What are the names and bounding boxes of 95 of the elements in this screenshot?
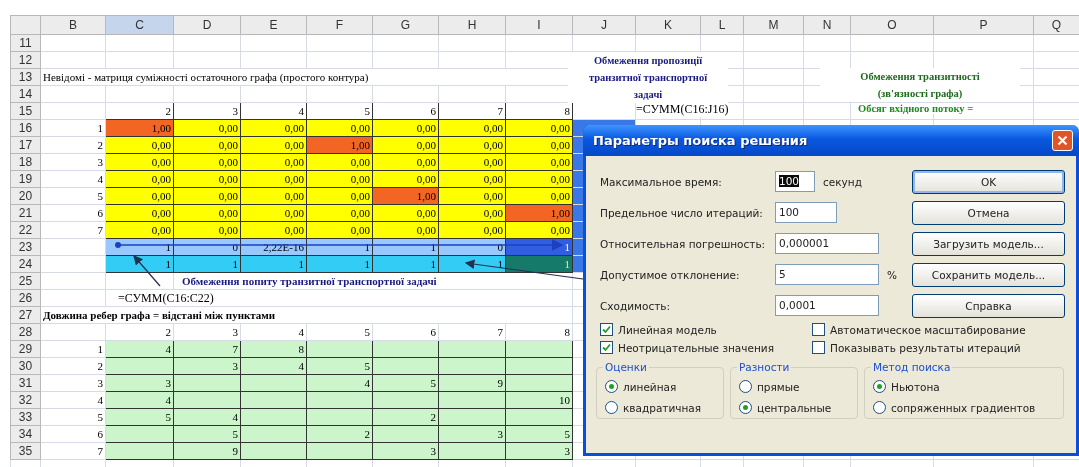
column-number: 7: [438, 323, 506, 341]
column-number: 6: [372, 323, 439, 341]
inflow-label: Обсяг вхідного потоку =: [858, 103, 974, 114]
row-label: 1: [97, 121, 103, 134]
row-label: 4: [97, 393, 103, 406]
dialog-button[interactable]: Загрузить модель...: [912, 231, 1065, 256]
row-label: 2: [97, 138, 103, 151]
group-title: Оценки: [603, 361, 649, 373]
transit-note: Обмеження транзитності (зв'язності графа): [820, 68, 1020, 102]
close-button[interactable]: [1052, 130, 1073, 151]
dialog-button[interactable]: OK: [912, 169, 1065, 194]
column-header[interactable]: N: [803, 15, 851, 35]
radio-button[interactable]: [739, 380, 752, 393]
column-header[interactable]: P: [933, 15, 1034, 35]
checkbox-box[interactable]: [600, 341, 613, 354]
dialog-button[interactable]: Отмена: [912, 200, 1065, 225]
column-number: 4: [240, 323, 307, 341]
column-header[interactable]: M: [743, 15, 804, 35]
row-label: 2: [97, 359, 103, 372]
input-field[interactable]: 100: [775, 171, 815, 192]
column-header[interactable]: G: [372, 15, 439, 35]
checkbox-box[interactable]: [812, 323, 825, 336]
radio-label[interactable]: линейная: [623, 380, 677, 393]
column-number: 2: [105, 323, 174, 341]
row-label: 7: [97, 223, 103, 236]
radio-button[interactable]: [605, 401, 618, 414]
checkbox-label: Линейная модель: [618, 323, 717, 336]
group-title: Разности: [737, 361, 792, 373]
input-field[interactable]: 100: [775, 202, 837, 223]
column-number: 3: [173, 323, 241, 341]
unit-label: %: [887, 268, 897, 281]
field-label: Относительная погрешность:: [600, 237, 767, 250]
column-number: 8: [505, 323, 573, 341]
column-header[interactable]: H: [438, 15, 506, 35]
row-label: 3: [97, 155, 103, 168]
formula-text: =СУММ(C16:J16): [636, 102, 729, 117]
column-header[interactable]: I: [505, 15, 573, 35]
row-label: 3: [97, 376, 103, 389]
section-title: Довжина ребер графа = відстані між пунктами: [43, 308, 276, 321]
column-number: 3: [173, 102, 241, 120]
row-label: 6: [97, 427, 103, 440]
input-field[interactable]: 0,0001: [775, 295, 879, 316]
input-field[interactable]: 5: [775, 264, 879, 285]
formula-text: =СУММ(C16:C22): [117, 290, 214, 305]
note-text: Невідомі - матриця суміжності остаточного графа (простого контура): [43, 70, 369, 83]
column-number: 6: [372, 102, 439, 120]
checkbox-label: Показывать результаты итераций: [830, 341, 1021, 354]
row-label: 5: [97, 189, 103, 202]
column-number: 7: [438, 102, 506, 120]
close-icon: [1057, 135, 1068, 146]
dialog-title: Параметры поиска решения: [593, 133, 808, 148]
field-label: Допустимое отклонение:: [600, 268, 741, 281]
row-label: 1: [97, 342, 103, 355]
column-header[interactable]: E: [240, 15, 307, 35]
radio-label[interactable]: центральные: [757, 401, 832, 414]
field-label: Предельное число итераций:: [600, 206, 764, 219]
row-label: 5: [97, 410, 103, 423]
checkbox-box[interactable]: [812, 341, 825, 354]
row-label: 4: [97, 172, 103, 185]
input-field[interactable]: 0,000001: [775, 233, 879, 254]
column-header[interactable]: L: [700, 15, 744, 35]
radio-label[interactable]: прямые: [757, 380, 800, 393]
row-label: 6: [97, 206, 103, 219]
radio-label[interactable]: сопряженных градиентов: [891, 401, 1036, 414]
radio-button[interactable]: [873, 401, 886, 414]
column-header[interactable]: J: [572, 15, 636, 35]
caption-text: Обмеження попиту транзитної транспортної задачі: [181, 274, 437, 287]
field-label: Сходимость:: [600, 299, 671, 312]
column-number: 2: [105, 102, 174, 120]
pointer-arrow: [133, 255, 161, 287]
column-header[interactable]: B: [40, 15, 106, 35]
column-header[interactable]: K: [635, 15, 701, 35]
dialog-button[interactable]: Справка: [912, 293, 1065, 318]
group-title: Метод поиска: [871, 361, 953, 373]
checkbox-label: Неотрицательные значения: [618, 341, 774, 354]
column-header[interactable]: C: [105, 15, 174, 35]
row-label: 7: [97, 444, 103, 457]
radio-button[interactable]: [873, 380, 886, 393]
column-header[interactable]: Q: [1033, 15, 1079, 35]
unit-label: секунд: [823, 175, 862, 188]
column-number: 5: [306, 102, 373, 120]
radio-label[interactable]: квадратичная: [623, 401, 702, 414]
column-header[interactable]: O: [850, 15, 934, 35]
supply-note: Обмеження пропозиції транзитної транспортної задачі: [568, 52, 728, 103]
column-number: 5: [306, 323, 373, 341]
radio-button[interactable]: [605, 380, 618, 393]
dialog-button[interactable]: Сохранить модель...: [912, 262, 1065, 287]
column-header[interactable]: F: [306, 15, 373, 35]
radio-label[interactable]: Ньютона: [891, 380, 940, 393]
column-header[interactable]: D: [173, 15, 241, 35]
checkbox-label: Автоматическое масштабирование: [830, 323, 1026, 336]
checkbox-box[interactable]: [600, 323, 613, 336]
radio-button[interactable]: [739, 401, 752, 414]
column-number: 4: [240, 102, 307, 120]
field-label: Максимальное время:: [600, 175, 723, 188]
